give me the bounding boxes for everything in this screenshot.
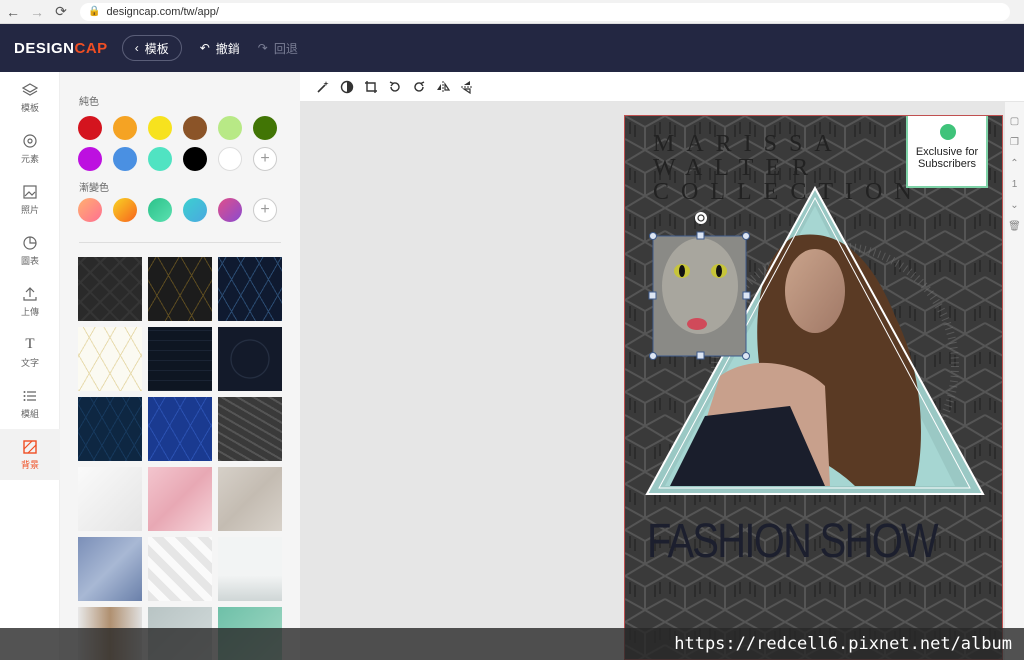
texture-thumb[interactable]: [78, 537, 142, 601]
watermark-text: https://redcell6.pixnet.net/album: [674, 634, 1012, 654]
lock-icon: 🔒: [88, 6, 101, 17]
panel-divider: [79, 242, 281, 243]
gradient-swatch[interactable]: [183, 198, 207, 222]
layers-icon: [22, 82, 38, 98]
rotate-right-icon[interactable]: [412, 80, 426, 94]
elements-icon: [22, 133, 38, 149]
texture-grid: [78, 257, 300, 660]
design-canvas[interactable]: MARISSA WALTER COLLECTION FASHION SHOW: [624, 115, 1003, 660]
templates-back-button[interactable]: ‹ 模板: [121, 35, 182, 61]
app-header: DESIGNCAP ‹ 模板 ↶ 撤銷 ↷ 回退: [0, 24, 1024, 72]
rotate-left-icon[interactable]: [388, 80, 402, 94]
diamond-icon: [940, 124, 956, 140]
gradient-swatch[interactable]: [113, 198, 137, 222]
redo-icon: ↷: [257, 41, 268, 55]
upload-icon: [22, 286, 38, 302]
rail-item-charts[interactable]: 圖表: [0, 225, 60, 276]
texture-thumb[interactable]: [218, 327, 282, 391]
watermark-bar: https://redcell6.pixnet.net/album: [0, 628, 1024, 660]
undo-button[interactable]: ↶ 撤銷: [200, 40, 240, 57]
rail-item-elements[interactable]: 元素: [0, 123, 60, 174]
page-tools: ▢ ❐ ⌃ 1 ⌄ 🗑: [1005, 102, 1024, 660]
address-bar[interactable]: 🔒 designcap.com/tw/app/: [80, 2, 1010, 21]
designcap-logo[interactable]: DESIGNCAP: [14, 40, 108, 57]
color-swatch[interactable]: [113, 147, 137, 171]
texture-thumb[interactable]: [218, 467, 282, 531]
rail-item-modules[interactable]: 模組: [0, 378, 60, 429]
redo-button[interactable]: ↷ 回退: [258, 40, 298, 57]
texture-thumb[interactable]: [78, 467, 142, 531]
text-icon: T: [25, 336, 35, 352]
rail-item-templates[interactable]: 模板: [0, 72, 60, 123]
rail-item-upload[interactable]: 上傳: [0, 276, 60, 327]
texture-thumb[interactable]: [148, 467, 212, 531]
undo-icon: ↶: [199, 41, 210, 55]
editor-toolbar: [300, 72, 1024, 102]
add-gradient-button[interactable]: +: [253, 198, 277, 222]
color-swatch[interactable]: [78, 116, 102, 140]
exclusive-badge: Exclusive for Subscribers: [906, 116, 988, 188]
page-number: 1: [1011, 179, 1018, 190]
flip-vertical-icon[interactable]: [460, 80, 474, 94]
solid-swatch-row-1: [78, 116, 300, 140]
list-icon: [22, 388, 38, 404]
gradient-swatch-row: +: [78, 198, 300, 222]
color-swatch[interactable]: [148, 147, 172, 171]
add-color-button[interactable]: +: [253, 147, 277, 171]
chevron-left-icon: ‹: [134, 41, 139, 55]
color-swatch[interactable]: [183, 147, 207, 171]
gradient-swatch[interactable]: [78, 198, 102, 222]
texture-thumb[interactable]: [78, 397, 142, 461]
rail-item-background[interactable]: 背景: [0, 429, 60, 480]
background-icon: [22, 439, 38, 455]
color-swatch[interactable]: [183, 116, 207, 140]
magic-wand-icon[interactable]: [316, 80, 330, 94]
texture-thumb[interactable]: [148, 257, 212, 321]
color-swatch[interactable]: [113, 116, 137, 140]
crop-icon[interactable]: [364, 80, 378, 94]
solid-swatch-row-2: +: [78, 147, 300, 171]
duplicate-page-icon[interactable]: ❐: [1010, 137, 1019, 148]
texture-thumb[interactable]: [218, 257, 282, 321]
texture-thumb[interactable]: [148, 537, 212, 601]
texture-thumb[interactable]: [148, 327, 212, 391]
gradient-swatch[interactable]: [148, 198, 172, 222]
color-swatch[interactable]: [218, 116, 242, 140]
forward-icon[interactable]: →: [26, 1, 48, 23]
contrast-icon[interactable]: [340, 80, 354, 94]
chevron-up-icon[interactable]: ⌃: [1010, 158, 1018, 169]
browser-toolbar: ← → ⟳ 🔒 designcap.com/tw/app/: [0, 0, 1024, 24]
rail-item-text[interactable]: T 文字: [0, 327, 60, 378]
image-icon: [22, 184, 38, 200]
add-page-icon[interactable]: ▢: [1010, 116, 1019, 127]
texture-thumb[interactable]: [148, 397, 212, 461]
poster-headline[interactable]: MARISSA WALTER COLLECTION: [653, 132, 924, 204]
rail-item-photos[interactable]: 照片: [0, 174, 60, 225]
poster-title[interactable]: FASHION SHOW: [647, 514, 939, 569]
texture-thumb[interactable]: [78, 257, 142, 321]
texture-thumb[interactable]: [78, 327, 142, 391]
gradient-colors-label: 漸變色: [79, 183, 109, 194]
back-icon[interactable]: ←: [2, 1, 24, 23]
chevron-down-icon[interactable]: ⌄: [1010, 200, 1018, 211]
url-text: designcap.com/tw/app/: [106, 5, 219, 18]
trash-icon[interactable]: 🗑: [1008, 221, 1021, 232]
solid-colors-label: 純色: [79, 97, 99, 108]
reload-icon[interactable]: ⟳: [50, 1, 72, 23]
pie-chart-icon: [22, 235, 38, 251]
flip-horizontal-icon[interactable]: [436, 80, 450, 94]
color-swatch[interactable]: [218, 147, 242, 171]
texture-thumb[interactable]: [218, 397, 282, 461]
color-swatch[interactable]: [148, 116, 172, 140]
left-tool-rail: 模板 元素 照片 圖表 上傳 T 文字 模組 背景: [0, 72, 60, 660]
texture-thumb[interactable]: [218, 537, 282, 601]
color-swatch[interactable]: [78, 147, 102, 171]
background-panel: 純色 + 漸變色 +: [60, 72, 300, 660]
gradient-swatch[interactable]: [218, 198, 242, 222]
color-swatch[interactable]: [253, 116, 277, 140]
